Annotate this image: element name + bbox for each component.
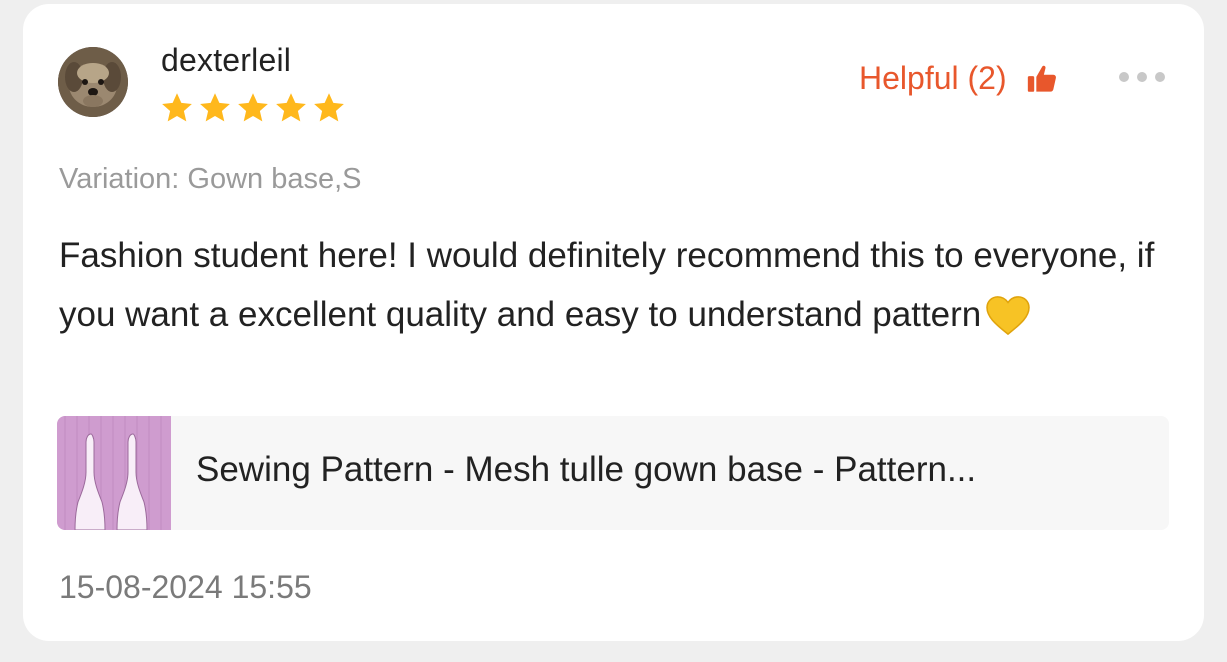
star-icon	[276, 93, 306, 122]
star-icon	[200, 93, 230, 122]
more-dot	[1155, 72, 1165, 82]
review-date: 15-08-2024 15:55	[59, 569, 312, 605]
variation-label: Variation: Gown base,S	[59, 163, 362, 195]
product-name: Sewing Pattern - Mesh tulle gown base - …	[196, 450, 977, 489]
review-text-block: Fashion student here! I would definitely…	[59, 226, 1169, 354]
star-icon	[314, 93, 344, 122]
helpful-button[interactable]: Helpful (2)	[859, 60, 1059, 97]
more-options-button[interactable]	[1119, 72, 1165, 82]
more-dot	[1119, 72, 1129, 82]
username[interactable]: dexterleil	[161, 42, 291, 79]
thumbs-up-icon	[1027, 65, 1056, 92]
product-thumbnail	[57, 416, 171, 530]
dog-avatar-image	[58, 47, 128, 117]
star-icon	[162, 93, 192, 122]
review-card: dexterleil Helpful (2) Variation: Gown b…	[23, 4, 1204, 641]
rating-stars	[159, 90, 347, 126]
yellow-heart-icon	[985, 294, 1031, 354]
star-icon	[238, 93, 268, 122]
product-link[interactable]: Sewing Pattern - Mesh tulle gown base - …	[57, 416, 1169, 530]
avatar[interactable]	[58, 47, 128, 117]
more-dot	[1137, 72, 1147, 82]
helpful-label: Helpful (2)	[859, 60, 1007, 96]
